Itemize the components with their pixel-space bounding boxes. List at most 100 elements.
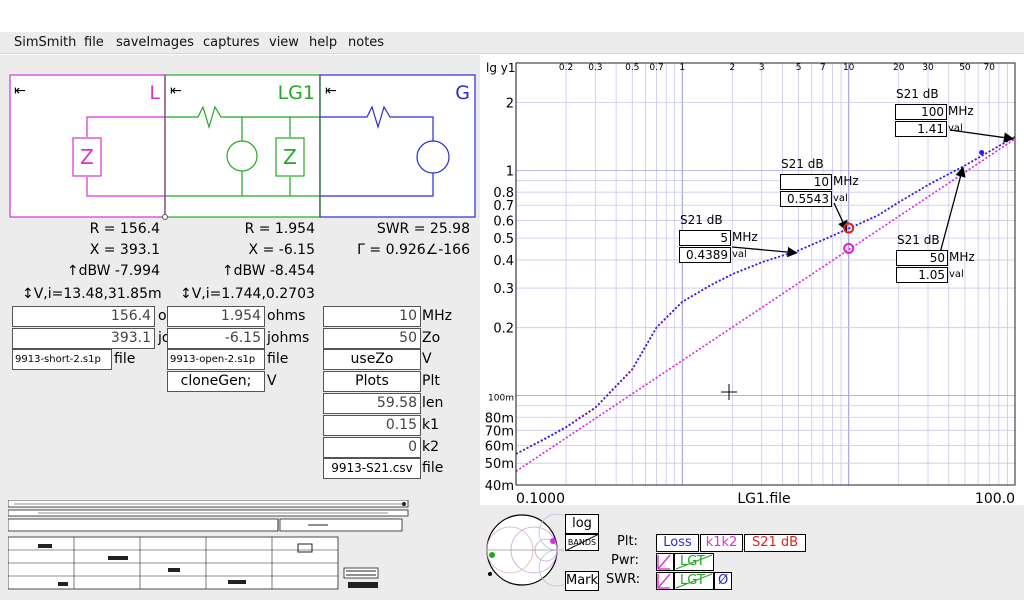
readout-vi-l: ↕V,i=13.48,31.85m: [22, 286, 162, 302]
y-tick-label: 100m: [488, 393, 514, 403]
menu-captures[interactable]: captures: [203, 35, 260, 50]
y-tick-label: 50m: [485, 457, 514, 472]
menu-help[interactable]: help: [309, 35, 337, 50]
mark-button[interactable]: Mark: [565, 571, 599, 591]
menu-saveimages[interactable]: saveImages: [116, 35, 194, 50]
menu-notes[interactable]: notes: [348, 35, 384, 50]
smith-chart-thumbnail[interactable]: [484, 512, 564, 592]
readout-gamma: Γ = 0.926∠-166: [357, 242, 470, 258]
len-label: len: [422, 395, 444, 411]
series-line: [515, 136, 1016, 455]
x-tick-label: 20: [893, 63, 905, 73]
y-tick-label: 40m: [485, 479, 514, 494]
series-line: [515, 136, 1016, 455]
marker-label: S21 dB: [781, 157, 824, 171]
lg1-clonegen-field[interactable]: cloneGen;: [167, 371, 265, 392]
block-name-g: G: [455, 82, 470, 104]
x-tick-label: 0.2: [559, 63, 573, 73]
marker-val-unit: val: [948, 123, 963, 134]
marker-val-unit: val: [732, 249, 747, 260]
x-tick-label: 0.7: [649, 63, 663, 73]
marker-val-field[interactable]: 1.41: [895, 121, 947, 137]
z-label-lg1: Z: [283, 145, 297, 169]
marker-val-field[interactable]: 1.05: [896, 267, 948, 283]
block-g[interactable]: [319, 74, 476, 218]
y-tick-label: 0.2: [493, 322, 514, 337]
y-tick-label: 0.4: [493, 254, 514, 269]
readout-x-l: X = 393.1: [89, 242, 160, 258]
plot-loss-toggle[interactable]: Loss: [656, 534, 699, 552]
l-johms-field[interactable]: 393.1: [12, 328, 155, 349]
marker-freq-field[interactable]: 5: [679, 230, 731, 246]
marker-freq-field[interactable]: 50: [896, 250, 948, 266]
l-file-field[interactable]: 9913-short-2.s1p: [12, 349, 112, 370]
freq-field[interactable]: 10: [323, 306, 421, 327]
l-file-label: file: [114, 351, 136, 367]
series-line: [515, 138, 1016, 472]
marker-freq-unit: MHz: [833, 174, 859, 188]
collapse-arrow-icon[interactable]: ⇤: [170, 83, 182, 99]
lg1-ohms-field[interactable]: 1.954: [167, 306, 265, 327]
usezo-field[interactable]: useZo: [323, 349, 421, 370]
block-name-lg1: LG1: [278, 82, 315, 104]
marker-val-unit: val: [949, 269, 964, 280]
swr-lgt-label: LGT: [680, 573, 705, 588]
marker-freq-unit: MHz: [732, 230, 758, 244]
lg1-file-label: file: [267, 351, 289, 367]
log-button[interactable]: log: [565, 514, 599, 534]
x-tick-label: 2: [730, 63, 736, 73]
plot-k1k2-toggle[interactable]: k1k2: [700, 534, 743, 552]
pwr-lgt-label: LGT: [680, 554, 705, 569]
plt-label: Plt: [422, 373, 440, 389]
s21-file-field[interactable]: 9913-S21.csv: [323, 458, 421, 479]
marker-val-field[interactable]: 0.4389: [679, 247, 731, 263]
x-tick-label: 7: [820, 63, 826, 73]
thumbnail-strip[interactable]: [8, 500, 416, 592]
x-tick-label: 30: [922, 63, 934, 73]
y-tick-label: 0.7: [493, 199, 514, 214]
k1-field[interactable]: 0.15: [323, 415, 421, 436]
k2-label: k2: [422, 439, 440, 455]
marker-label: S21 dB: [680, 213, 723, 227]
y-tick-label: 0.6: [493, 214, 514, 229]
readout-r-l: R = 156.4: [89, 221, 160, 237]
menu-bar: SimSmith file saveImages captures view h…: [0, 32, 1024, 54]
x-tick-label: 0.3: [588, 63, 602, 73]
readout-x-lg1: X = -6.15: [248, 242, 315, 258]
lg1-file-field[interactable]: 9913-open-2.s1p: [167, 349, 265, 370]
marker-freq-field[interactable]: 100: [895, 104, 947, 120]
x-tick-label: 70: [984, 63, 996, 73]
y-tick-label: 60m: [485, 439, 514, 454]
crosshair-icon: [721, 384, 737, 400]
swr-z-icon[interactable]: Ø: [718, 573, 728, 588]
menu-simsmith[interactable]: SimSmith: [14, 35, 76, 50]
marker-label: S21 dB: [897, 233, 940, 247]
plots-field[interactable]: Plots: [323, 371, 421, 392]
collapse-arrow-icon[interactable]: ⇤: [14, 83, 26, 99]
k1-label: k1: [422, 417, 440, 433]
menu-view[interactable]: view: [269, 35, 299, 50]
l-ohms-field[interactable]: 156.4: [12, 306, 155, 327]
readout-dbw-lg1: ↑dBW -8.454: [221, 263, 315, 279]
plot-s21-toggle[interactable]: S21 dB: [744, 534, 806, 552]
lg1-ohms-label: ohms: [267, 308, 306, 324]
x-tick-label: 50: [959, 63, 971, 73]
lg1-johms-label: johms: [267, 330, 310, 346]
swr-row-label: SWR:: [606, 572, 641, 587]
menu-file[interactable]: file: [84, 35, 104, 50]
k2-field[interactable]: 0: [323, 437, 421, 458]
bands-slash-icon: [565, 534, 599, 551]
marker-val-field[interactable]: 0.5543: [780, 191, 832, 207]
zo-field[interactable]: 50: [323, 328, 421, 349]
collapse-arrow-icon[interactable]: ⇤: [325, 83, 337, 99]
x-tick-label: 5: [796, 63, 802, 73]
usezo-v-label: V: [422, 351, 432, 367]
y-tick-label: 2: [506, 97, 514, 112]
x-tick-label: 3: [759, 63, 765, 73]
x-tick-label: 10: [843, 63, 855, 73]
plt-row-label: Plt:: [617, 534, 638, 549]
lg1-johms-field[interactable]: -6.15: [167, 328, 265, 349]
z-label-l: Z: [80, 145, 94, 169]
len-field[interactable]: 59.58: [323, 393, 421, 414]
marker-freq-field[interactable]: 10: [780, 174, 832, 190]
